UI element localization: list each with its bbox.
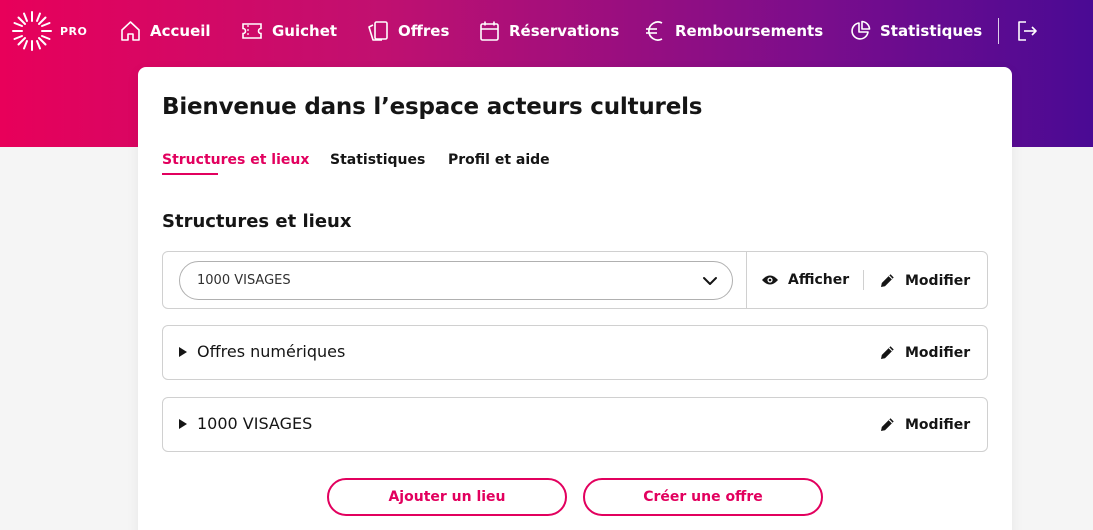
page-title: Bienvenue dans l’espace acteurs culturel… xyxy=(162,94,703,120)
add-venue-button[interactable]: Ajouter un lieu xyxy=(327,478,567,516)
chevron-down-icon xyxy=(703,277,717,285)
logout-button[interactable] xyxy=(1016,20,1038,46)
home-icon xyxy=(121,21,140,41)
venue-name: Offres numériques xyxy=(197,342,346,361)
main-card: Bienvenue dans l’espace acteurs culturel… xyxy=(138,67,1012,530)
section-title: Structures et lieux xyxy=(162,211,352,232)
nav-divider xyxy=(998,18,999,44)
pass-culture-logo[interactable]: PRO xyxy=(10,9,87,53)
pie-chart-icon xyxy=(851,20,871,40)
pencil-icon xyxy=(881,418,894,431)
structure-select-value: 1000 VISAGES xyxy=(197,273,291,288)
nav-item-accueil[interactable]: Accueil xyxy=(120,18,211,44)
edit-venue-button[interactable]: Modifier xyxy=(879,416,970,433)
structure-selector-box: 1000 VISAGES Afficher Modifier xyxy=(162,251,988,309)
divider xyxy=(863,270,864,290)
edit-label: Modifier xyxy=(905,416,971,433)
show-structure-button[interactable]: Afficher xyxy=(761,272,849,288)
nav-item-remboursements[interactable]: Remboursements xyxy=(644,18,823,44)
venue-card: Offres numériques Modifier xyxy=(162,325,988,380)
pencil-icon xyxy=(881,346,894,359)
nav-item-guichet[interactable]: Guichet xyxy=(241,18,337,44)
nav-label: Statistiques xyxy=(880,22,983,40)
nav-label: Guichet xyxy=(272,22,338,40)
edit-venue-button[interactable]: Modifier xyxy=(879,344,970,361)
tab-profil-aide[interactable]: Profil et aide xyxy=(448,152,550,168)
eye-icon xyxy=(762,275,778,285)
show-label: Afficher xyxy=(788,272,850,288)
pro-badge: PRO xyxy=(60,24,88,38)
caret-right-icon xyxy=(179,346,187,357)
sunburst-logo-icon xyxy=(12,11,52,51)
caret-right-icon xyxy=(179,418,187,429)
euro-icon xyxy=(646,21,663,41)
create-offer-button[interactable]: Créer une offre xyxy=(583,478,823,516)
nav-label: Accueil xyxy=(150,22,211,40)
tab-structures[interactable]: Structures et lieux xyxy=(162,152,309,168)
venue-name: 1000 VISAGES xyxy=(197,414,313,433)
nav-label: Réservations xyxy=(509,22,620,40)
ticket-icon xyxy=(242,23,262,39)
nav-item-statistiques[interactable]: Statistiques xyxy=(849,18,982,44)
pencil-icon xyxy=(881,274,894,287)
venue-card: 1000 VISAGES Modifier xyxy=(162,397,988,452)
edit-structure-button[interactable]: Modifier xyxy=(879,272,970,289)
offers-icon xyxy=(368,21,388,41)
structure-select[interactable]: 1000 VISAGES xyxy=(179,261,733,300)
venue-toggle[interactable]: Offres numériques xyxy=(179,342,345,361)
tab-statistiques[interactable]: Statistiques xyxy=(330,152,425,168)
logout-icon xyxy=(1018,21,1037,41)
venue-toggle[interactable]: 1000 VISAGES xyxy=(179,414,312,433)
edit-label: Modifier xyxy=(905,344,971,361)
edit-label: Modifier xyxy=(905,272,971,289)
nav-item-offres[interactable]: Offres xyxy=(367,18,449,44)
top-nav: PRO Accueil Guichet Offres Réservations … xyxy=(0,0,1093,62)
nav-label: Remboursements xyxy=(675,22,824,40)
divider xyxy=(746,252,747,308)
nav-label: Offres xyxy=(398,22,450,40)
calendar-icon xyxy=(480,21,499,41)
nav-item-reservations[interactable]: Réservations xyxy=(479,18,619,44)
active-tab-indicator xyxy=(162,173,218,175)
